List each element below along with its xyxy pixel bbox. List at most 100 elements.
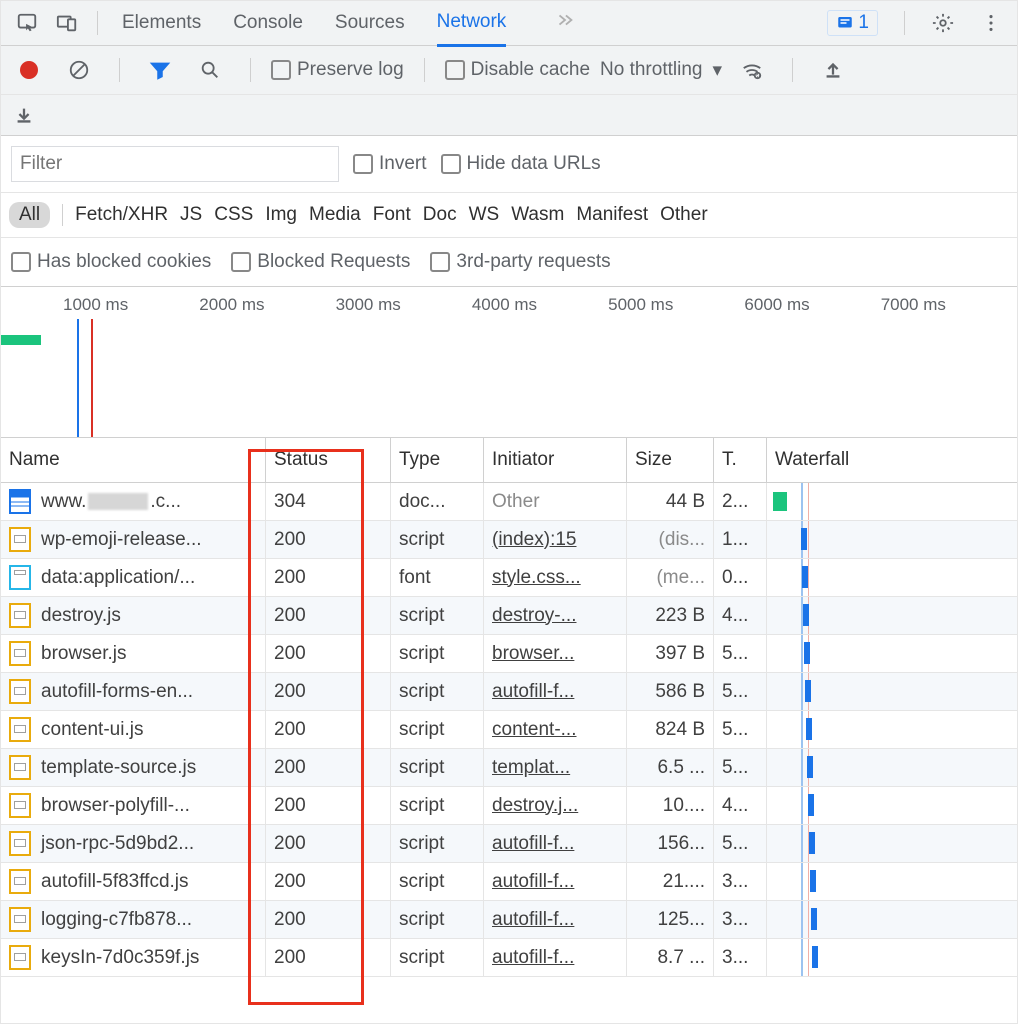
js-file-icon	[9, 717, 31, 742]
toolbar-right: 1	[827, 3, 1011, 43]
col-waterfall[interactable]: Waterfall	[767, 438, 1017, 482]
request-row[interactable]: template-source.js200scripttemplat...6.5…	[1, 749, 1017, 787]
request-row[interactable]: browser.js200scriptbrowser...397 B5...	[1, 635, 1017, 673]
upload-har-icon[interactable]	[813, 50, 853, 90]
initiator-link[interactable]: autofill-f...	[492, 909, 574, 931]
overview-activity	[1, 335, 41, 345]
initiator-link[interactable]: browser...	[492, 643, 574, 665]
col-initiator[interactable]: Initiator	[484, 438, 627, 482]
main-tabs: Elements Console Sources Network	[122, 0, 827, 46]
hide-data-urls-checkbox[interactable]: Hide data URLs	[441, 153, 601, 175]
type-css[interactable]: CSS	[214, 204, 253, 226]
kebab-menu-icon[interactable]	[971, 3, 1011, 43]
divider	[250, 58, 251, 82]
request-row[interactable]: logging-c7fb878...200scriptautofill-f...…	[1, 901, 1017, 939]
initiator-link[interactable]: autofill-f...	[492, 947, 574, 969]
clear-icon[interactable]	[59, 50, 99, 90]
initiator-link[interactable]: templat...	[492, 757, 570, 779]
network-toolbar: Preserve log Disable cache No throttling…	[1, 46, 1017, 95]
type-filters: All Fetch/XHR JS CSS Img Media Font Doc WS Wasm Ma…	[1, 193, 1017, 238]
type-ws[interactable]: WS	[469, 204, 500, 226]
initiator-link[interactable]: autofill-f...	[492, 833, 574, 855]
record-button[interactable]	[9, 50, 49, 90]
type-js[interactable]: JS	[180, 204, 202, 226]
initiator-link[interactable]: destroy.j...	[492, 795, 578, 817]
third-party-checkbox[interactable]: 3rd-party requests	[430, 251, 610, 273]
type-img[interactable]: Img	[265, 204, 297, 226]
initiator-link[interactable]: destroy-...	[492, 605, 576, 627]
device-toolbar-icon[interactable]	[47, 3, 87, 43]
download-har-icon[interactable]	[13, 95, 35, 135]
col-type[interactable]: Type	[391, 438, 484, 482]
type-wasm[interactable]: Wasm	[511, 204, 564, 226]
request-rows: www..c...304doc...Other44 B2...wp-emoji-…	[1, 483, 1017, 977]
divider	[792, 58, 793, 82]
filter-icon[interactable]	[140, 50, 180, 90]
col-name[interactable]: Name	[1, 438, 266, 482]
more-tabs-icon[interactable]	[544, 9, 586, 37]
tab-sources[interactable]: Sources	[335, 1, 405, 45]
request-row[interactable]: autofill-forms-en...200scriptautofill-f.…	[1, 673, 1017, 711]
col-time[interactable]: T.	[714, 438, 767, 482]
initiator-link[interactable]: style.css...	[492, 567, 581, 589]
extra-filters: Has blocked cookies Blocked Requests 3rd…	[1, 238, 1017, 287]
search-icon[interactable]	[190, 50, 230, 90]
js-file-icon	[9, 869, 31, 894]
col-status[interactable]: Status	[266, 438, 391, 482]
col-size[interactable]: Size	[627, 438, 714, 482]
js-file-icon	[9, 755, 31, 780]
request-row[interactable]: keysIn-7d0c359f.js200scriptautofill-f...…	[1, 939, 1017, 977]
divider	[904, 11, 905, 35]
second-toolbar-row	[1, 95, 1017, 136]
initiator-link[interactable]: (index):15	[492, 529, 577, 551]
devtools-main-toolbar: Elements Console Sources Network 1	[1, 1, 1017, 46]
type-media[interactable]: Media	[309, 204, 361, 226]
timeline-overview[interactable]: 1000 ms2000 ms3000 ms4000 ms5000 ms6000 …	[1, 287, 1017, 438]
request-row[interactable]: browser-polyfill-...200scriptdestroy.j..…	[1, 787, 1017, 825]
type-manifest[interactable]: Manifest	[576, 204, 648, 226]
issues-count: 1	[858, 12, 869, 34]
tab-elements[interactable]: Elements	[122, 1, 201, 45]
domcontentloaded-marker	[77, 319, 79, 437]
type-doc[interactable]: Doc	[423, 204, 457, 226]
type-all[interactable]: All	[9, 202, 50, 228]
request-row[interactable]: data:application/...200fontstyle.css...(…	[1, 559, 1017, 597]
inspect-element-icon[interactable]	[7, 3, 47, 43]
table-header: Name Status Type Initiator Size T. Water…	[1, 438, 1017, 483]
filter-row: Invert Hide data URLs	[1, 136, 1017, 193]
gear-icon[interactable]	[923, 3, 963, 43]
invert-checkbox[interactable]: Invert	[353, 153, 427, 175]
js-file-icon	[9, 679, 31, 704]
issues-badge[interactable]: 1	[827, 10, 878, 36]
type-font[interactable]: Font	[373, 204, 411, 226]
js-file-icon	[9, 907, 31, 932]
throttling-dropdown[interactable]: No throttling▾	[600, 59, 722, 82]
type-fetchxhr[interactable]: Fetch/XHR	[75, 204, 168, 226]
request-row[interactable]: content-ui.js200scriptcontent-...824 B5.…	[1, 711, 1017, 749]
js-file-icon	[9, 603, 31, 628]
doc-file-icon	[9, 489, 31, 514]
initiator-link[interactable]: autofill-f...	[492, 871, 574, 893]
blocked-requests-checkbox[interactable]: Blocked Requests	[231, 251, 410, 273]
divider	[424, 58, 425, 82]
timeline-ticks: 1000 ms2000 ms3000 ms4000 ms5000 ms6000 …	[1, 295, 1017, 315]
request-row[interactable]: autofill-5f83ffcd.js200scriptautofill-f.…	[1, 863, 1017, 901]
type-other[interactable]: Other	[660, 204, 708, 226]
request-row[interactable]: destroy.js200scriptdestroy-...223 B4...	[1, 597, 1017, 635]
redacted-hostname	[88, 493, 148, 510]
js-file-icon	[9, 527, 31, 552]
preserve-log-checkbox[interactable]: Preserve log	[271, 59, 404, 81]
network-conditions-icon[interactable]	[732, 50, 772, 90]
initiator-link[interactable]: content-...	[492, 719, 577, 741]
initiator-link[interactable]: autofill-f...	[492, 681, 574, 703]
disable-cache-checkbox[interactable]: Disable cache	[445, 59, 590, 81]
blocked-cookies-checkbox[interactable]: Has blocked cookies	[11, 251, 211, 273]
tab-console[interactable]: Console	[233, 1, 303, 45]
request-row[interactable]: www..c...304doc...Other44 B2...	[1, 483, 1017, 521]
tab-network[interactable]: Network	[437, 0, 507, 47]
request-row[interactable]: json-rpc-5d9bd2...200scriptautofill-f...…	[1, 825, 1017, 863]
js-file-icon	[9, 793, 31, 818]
request-row[interactable]: wp-emoji-release...200script(index):15(d…	[1, 521, 1017, 559]
filter-input[interactable]	[11, 146, 339, 182]
load-marker	[91, 319, 93, 437]
